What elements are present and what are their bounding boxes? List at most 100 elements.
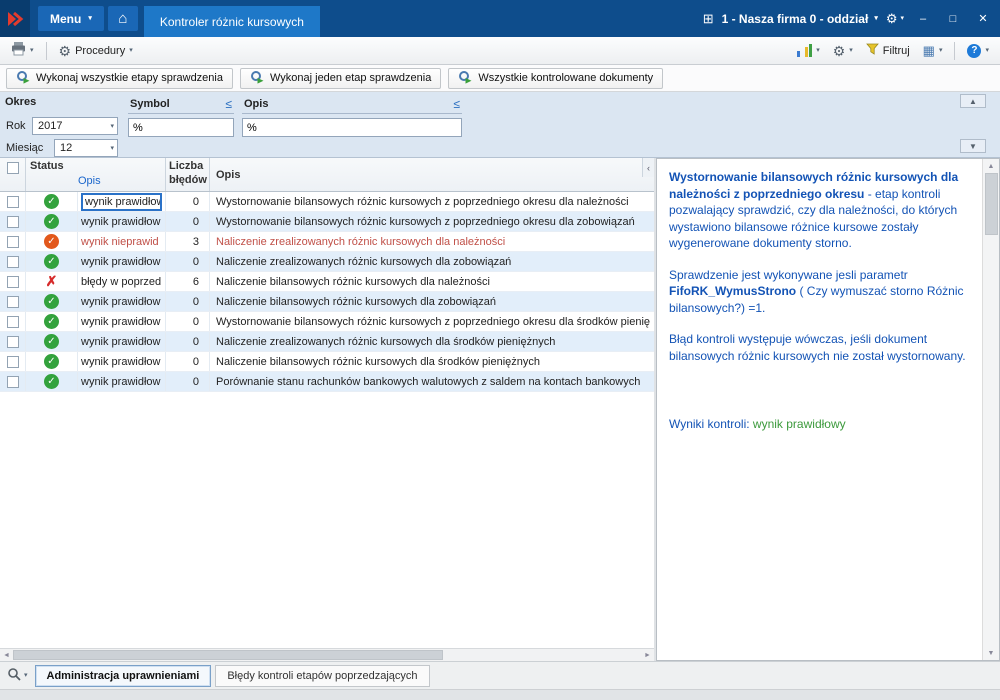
table-row[interactable]: błędy w poprzed 6 Naliczenie bilansowych…: [0, 272, 654, 292]
horizontal-scrollbar[interactable]: ◄ ►: [0, 648, 654, 661]
status-column-header[interactable]: Status Opis: [26, 158, 166, 191]
tab-administracja-uprawnieniami[interactable]: Administracja uprawnieniami: [34, 664, 212, 687]
run-all-steps-button[interactable]: Wykonaj wszystkie etapy sprawdzenia: [6, 67, 233, 89]
detail-text: Wystornowanie bilansowych różnic kursowy…: [657, 159, 982, 660]
row-checkbox[interactable]: [0, 292, 26, 311]
condition-lte-icon[interactable]: ≤: [225, 97, 232, 111]
status-cell: [26, 352, 78, 371]
rok-label: Rok: [6, 120, 26, 132]
table-row[interactable]: wynik prawidłow 0 Wystornowanie bilansow…: [0, 312, 654, 332]
symbol-input[interactable]: [128, 118, 234, 137]
row-checkbox[interactable]: [0, 252, 26, 271]
bottom-tab-bar: ▾ Administracja uprawnieniami Błędy kont…: [0, 661, 1000, 689]
table-row[interactable]: wynik prawidłow 0 Wystornowanie bilansow…: [0, 212, 654, 232]
search-icon: [7, 667, 21, 684]
panel-collapse-button[interactable]: ‹: [642, 158, 654, 177]
result-cell[interactable]: wynik prawidłow: [78, 192, 166, 211]
chart-button[interactable]: ▾: [792, 40, 825, 62]
scrollbar-thumb[interactable]: [984, 173, 998, 235]
tab-bledy-kontroli[interactable]: Błędy kontroli etapów poprzedzających: [215, 664, 430, 687]
result-editor[interactable]: wynik prawidłow: [81, 192, 162, 211]
chevron-down-icon: ▾: [849, 47, 853, 54]
row-checkbox[interactable]: [0, 352, 26, 371]
grid-view-icon: ▦: [922, 43, 935, 58]
table-row[interactable]: wynik prawidłow 0 Porównanie stanu rachu…: [0, 372, 654, 392]
row-checkbox[interactable]: [0, 212, 26, 231]
condition-lte-icon[interactable]: ≤: [453, 97, 460, 111]
menu-button[interactable]: Menu ▾: [38, 6, 104, 31]
tab-label: Błędy kontroli etapów poprzedzających: [227, 669, 418, 682]
all-controlled-documents-button[interactable]: Wszystkie kontrolowane dokumenty: [448, 67, 664, 89]
grid-header: Status Opis Liczba błędów Opis: [0, 158, 654, 192]
table-row[interactable]: wynik prawidłow 0 Naliczenie zrealizowan…: [0, 252, 654, 272]
opis-input[interactable]: [242, 118, 462, 137]
row-checkbox[interactable]: [0, 332, 26, 351]
chevron-down-icon: ▼: [969, 141, 977, 151]
detail-result-line: Wyniki kontroli: wynik prawidłowy: [669, 417, 846, 432]
row-checkbox[interactable]: [0, 372, 26, 391]
description-cell: Naliczenie zrealizowanych różnic kursowy…: [216, 335, 556, 348]
select-all-checkbox[interactable]: [0, 158, 26, 191]
result-cell[interactable]: błędy w poprzed: [78, 272, 166, 291]
grid-settings-button[interactable]: ⚙ ▾: [828, 40, 858, 62]
scrollbar-track[interactable]: [13, 649, 641, 661]
scrollbar-thumb[interactable]: [13, 650, 443, 660]
scroll-right-icon[interactable]: ►: [641, 652, 654, 659]
search-button[interactable]: ▾: [4, 667, 31, 684]
apps-grid-icon[interactable]: ⊞: [703, 11, 714, 27]
minimize-button[interactable]: –: [912, 8, 934, 30]
actions-toolbar: Wykonaj wszystkie etapy sprawdzenia Wyko…: [0, 65, 1000, 92]
help-button[interactable]: ? ▾: [962, 40, 994, 62]
description-cell: Porównanie stanu rachunków bankowych wal…: [216, 375, 641, 388]
run-one-step-button[interactable]: Wykonaj jeden etap sprawdzenia: [239, 67, 442, 89]
filter-collapse-up-button[interactable]: ▲: [960, 94, 986, 108]
scroll-left-icon[interactable]: ◄: [0, 652, 13, 659]
company-selector[interactable]: 1 - Nasza firma 0 - oddział ▾: [722, 12, 878, 26]
maximize-button[interactable]: □: [942, 8, 964, 30]
row-checkbox[interactable]: [0, 312, 26, 331]
scroll-up-icon[interactable]: ▲: [983, 159, 999, 173]
minimize-icon: –: [919, 12, 927, 25]
status-cell: [26, 192, 78, 211]
home-button[interactable]: ⌂: [107, 6, 138, 31]
row-checkbox[interactable]: [0, 232, 26, 251]
errors-column-header[interactable]: Liczba błędów: [166, 158, 210, 191]
result-cell[interactable]: wynik prawidłow: [78, 292, 166, 311]
vertical-scrollbar[interactable]: ▲ ▼: [982, 159, 999, 660]
rok-select[interactable]: 2017 ▾: [32, 117, 118, 135]
result-cell[interactable]: wynik prawidłow: [78, 352, 166, 371]
description-column-header[interactable]: Opis: [210, 158, 654, 191]
tab-kontroler-roznic-kursowych[interactable]: Kontroler różnic kursowych: [143, 6, 320, 37]
table-row[interactable]: wynik prawidłow 0 Naliczenie bilansowych…: [0, 352, 654, 372]
rok-value: 2017: [38, 120, 63, 132]
table-row[interactable]: wynik prawidłow 0 Naliczenie zrealizowan…: [0, 332, 654, 352]
status-cell: [26, 232, 78, 251]
row-checkbox[interactable]: [0, 192, 26, 211]
table-row[interactable]: wynik nieprawid 3 Naliczenie zrealizowan…: [0, 232, 654, 252]
filter-expand-down-button[interactable]: ▼: [960, 139, 986, 153]
scroll-down-icon[interactable]: ▼: [983, 646, 999, 660]
settings-button[interactable]: ⚙ ▾: [886, 11, 904, 27]
procedury-button[interactable]: ⚙ Procedury ▾: [54, 40, 138, 62]
result-cell[interactable]: wynik prawidłow: [78, 212, 166, 231]
print-button[interactable]: ▾: [6, 40, 39, 62]
procedures-icon: ⚙: [58, 42, 72, 59]
status-opis-header-label[interactable]: Opis: [78, 175, 165, 187]
close-button[interactable]: ✕: [972, 8, 994, 30]
table-row[interactable]: wynik prawidłow 0 Wystornowanie bilansow…: [0, 192, 654, 212]
run-one-step-label: Wykonaj jeden etap sprawdzenia: [269, 72, 432, 84]
description-header-label: Opis: [216, 168, 241, 181]
status-cell: [26, 212, 78, 231]
result-cell[interactable]: wynik prawidłow: [78, 372, 166, 391]
result-cell[interactable]: wynik prawidłow: [78, 312, 166, 331]
row-checkbox[interactable]: [0, 272, 26, 291]
tab-label: Kontroler różnic kursowych: [159, 14, 304, 29]
result-cell[interactable]: wynik nieprawid: [78, 232, 166, 251]
result-cell[interactable]: wynik prawidłow: [78, 252, 166, 271]
miesiac-select[interactable]: 12 ▾: [54, 139, 118, 157]
table-row[interactable]: wynik prawidłow 0 Naliczenie bilansowych…: [0, 292, 654, 312]
chevron-down-icon: ▾: [129, 47, 133, 54]
result-cell[interactable]: wynik prawidłow: [78, 332, 166, 351]
filter-button[interactable]: Filtruj: [861, 40, 915, 62]
layout-button[interactable]: ▦ ▾: [918, 40, 948, 62]
